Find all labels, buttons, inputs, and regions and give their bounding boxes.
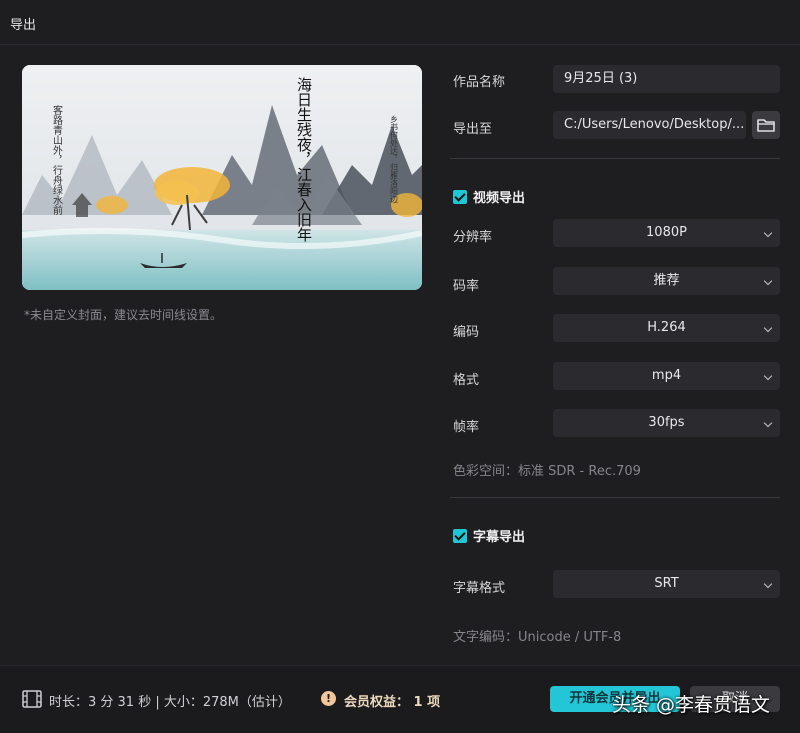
chevron-down-icon <box>763 323 773 333</box>
poem-line-1: 海日生残夜，江春入旧年 <box>295 77 313 242</box>
subtitle-export-title: 字幕导出 <box>473 530 526 545</box>
bitrate-label: 码率 <box>453 279 480 294</box>
name-label: 作品名称 <box>453 75 506 90</box>
name-input[interactable]: 9月25日 (3) <box>553 65 780 93</box>
poem-line-3: 乡书何处达，归雁洛阳边 <box>390 115 399 204</box>
resolution-label: 分辨率 <box>453 230 493 245</box>
divider <box>450 497 780 498</box>
codec-value: H.264 <box>647 320 686 335</box>
video-export-title: 视频导出 <box>473 191 526 206</box>
cover-note: *未自定义封面，建议去时间线设置。 <box>24 308 223 322</box>
format-select[interactable]: mp4 <box>553 362 780 390</box>
format-label: 格式 <box>453 373 480 388</box>
bitrate-select[interactable]: 推荐 <box>553 267 780 295</box>
subtitle-format-label: 字幕格式 <box>453 581 506 596</box>
member-perk-text[interactable]: 会员权益： 1 项 <box>344 691 440 710</box>
folder-icon <box>757 119 775 132</box>
chevron-down-icon <box>763 228 773 238</box>
watermark: 头条 @李春贯语文 <box>612 694 771 716</box>
resolution-select[interactable]: 1080P <box>553 219 780 247</box>
window-title: 导出 <box>10 18 37 33</box>
alert-icon: ! <box>321 691 336 706</box>
bitrate-value: 推荐 <box>653 273 680 288</box>
framerate-select[interactable]: 30fps <box>553 409 780 437</box>
resolution-value: 1080P <box>646 225 687 240</box>
codec-select[interactable]: H.264 <box>553 314 780 342</box>
chevron-down-icon <box>763 276 773 286</box>
chevron-down-icon <box>763 371 773 381</box>
film-icon <box>22 690 42 708</box>
checkbox-checked-icon[interactable] <box>453 189 467 204</box>
title-bar: 导出 <box>0 0 800 45</box>
divider <box>450 158 780 159</box>
export-to-label: 导出至 <box>453 122 493 137</box>
codec-label: 编码 <box>453 325 480 340</box>
chevron-down-icon <box>763 579 773 589</box>
framerate-value: 30fps <box>648 415 685 430</box>
checkbox-checked-icon[interactable] <box>453 528 467 543</box>
browse-folder-button[interactable] <box>752 111 780 139</box>
poem-line-2: 客路青山外，行舟绿水前 <box>51 104 63 216</box>
video-export-toggle[interactable]: 视频导出 <box>453 187 525 206</box>
format-value: mp4 <box>651 368 682 383</box>
export-path-input[interactable]: C:/Users/Lenovo/Desktop/... <box>553 111 746 139</box>
text-encoding-info: 文字编码：Unicode / UTF-8 <box>453 630 622 645</box>
framerate-label: 帧率 <box>453 420 480 435</box>
subtitle-format-select[interactable]: SRT <box>553 570 780 598</box>
subtitle-export-toggle[interactable]: 字幕导出 <box>453 526 525 545</box>
export-meta: 时长：3 分 31 秒 | 大小：278M（估计） <box>49 695 291 710</box>
subtitle-format-value: SRT <box>654 576 679 591</box>
color-space-info: 色彩空间：标准 SDR - Rec.709 <box>453 464 641 479</box>
cover-preview[interactable]: 海日生残夜，江春入旧年 客路青山外，行舟绿水前 乡书何处达，归雁洛阳边 <box>22 65 422 290</box>
landscape-painting: 海日生残夜，江春入旧年 客路青山外，行舟绿水前 乡书何处达，归雁洛阳边 <box>22 65 422 290</box>
chevron-down-icon <box>763 418 773 428</box>
